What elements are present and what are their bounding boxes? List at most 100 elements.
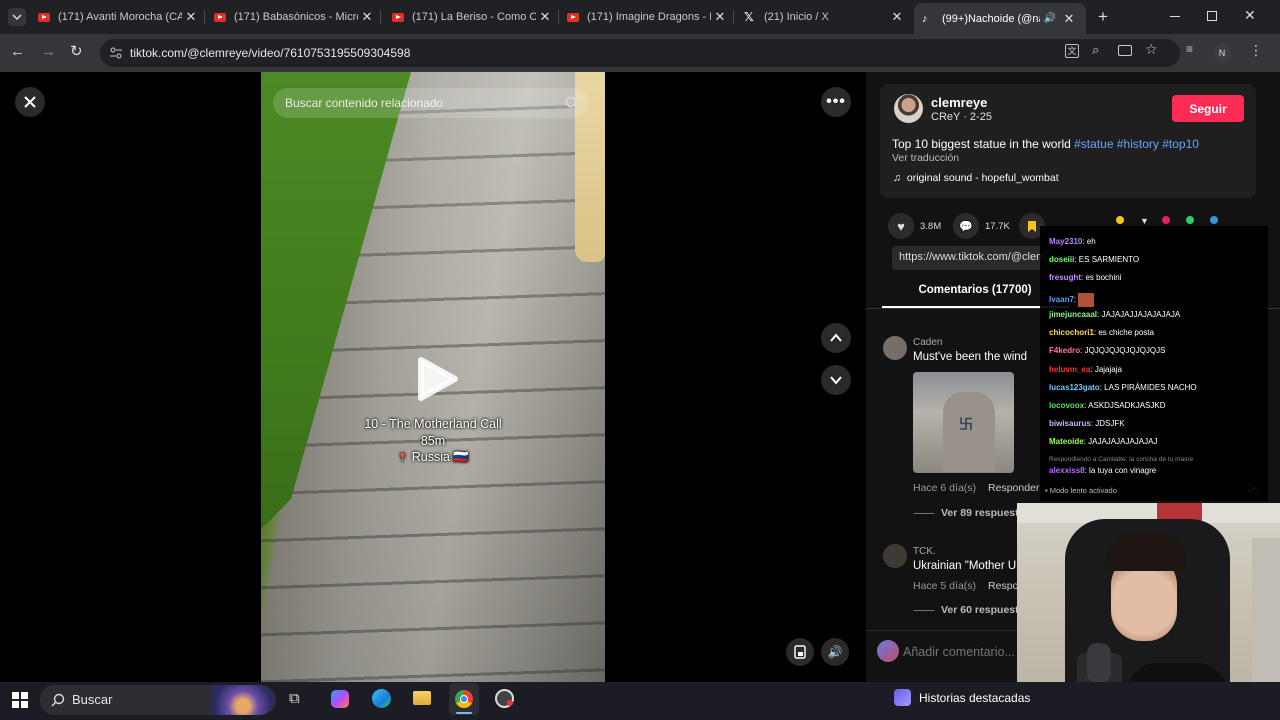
close-tab-icon[interactable]: ✕ — [536, 9, 554, 25]
sound-link[interactable]: ♫ original sound - hopeful_wombat — [893, 172, 1059, 184]
previous-video-button[interactable] — [821, 323, 851, 353]
close-window-button[interactable]: ✕ — [1244, 7, 1256, 24]
comment-stat[interactable]: 💬 17.7K — [953, 213, 1010, 239]
youtube-icon — [214, 12, 226, 22]
commenter-avatar[interactable] — [883, 336, 907, 360]
close-tab-icon[interactable]: ✕ — [182, 9, 200, 25]
browser-tab[interactable]: (171) La Beriso - Como Olv ✕ — [392, 4, 554, 30]
commenter-username[interactable]: Caden — [913, 337, 942, 348]
close-tab-icon[interactable]: ✕ — [711, 9, 729, 25]
zoom-icon[interactable]: ⌕ — [1092, 42, 1099, 58]
chat-username[interactable]: jimejuncaaal — [1049, 310, 1097, 319]
more-options-button[interactable]: ••• — [821, 87, 851, 117]
menu-kebab-icon[interactable]: ⋮ — [1249, 42, 1263, 59]
chat-username[interactable]: heluvm_ea — [1049, 365, 1090, 374]
comment-image[interactable]: 卐 — [913, 372, 1014, 473]
chat-username[interactable]: biwisaurus — [1049, 419, 1091, 428]
close-tab-icon[interactable]: ✕ — [888, 9, 906, 25]
play-icon[interactable] — [413, 356, 459, 402]
overlay-line-height: 85m — [420, 433, 446, 448]
address-bar[interactable]: tiktok.com/@clemreye/video/7610753195509… — [100, 39, 1180, 67]
audio-icon[interactable]: 🔊 — [1044, 13, 1056, 24]
tab-search-button[interactable] — [8, 8, 26, 26]
translate-icon[interactable]: 文 — [1065, 44, 1079, 58]
volume-button[interactable]: 🔊 — [821, 638, 849, 666]
chat-message: chicochori1: es chiche posta — [1049, 328, 1154, 337]
task-view-icon[interactable]: ⧉ — [289, 690, 300, 707]
taskbar-search[interactable]: Buscar — [40, 685, 276, 715]
tab-title: (21) Inicio / X — [764, 11, 829, 23]
search-icon[interactable] — [565, 96, 579, 110]
chat-username[interactable]: May2310 — [1049, 237, 1082, 246]
picture-in-picture-icon — [794, 645, 806, 659]
like-stat[interactable]: ♥ 3.8M — [888, 213, 941, 239]
slow-mode-notice: ▪ Modo lento activado — [1045, 486, 1117, 495]
edge-icon[interactable] — [372, 689, 391, 708]
media-controls-icon[interactable]: ≡ — [1186, 42, 1193, 56]
widgets-button[interactable]: Historias destacadas — [894, 689, 1030, 706]
windows-start-icon[interactable] — [12, 692, 28, 708]
reload-button[interactable]: ↻ — [70, 42, 83, 60]
browser-tab-active[interactable]: ♪ (99+)Nachoide (@nac 🔊 ✕ — [914, 3, 1086, 34]
browser-tab[interactable]: 𝕏 (21) Inicio / X ✕ — [744, 4, 906, 30]
commenter-username[interactable]: TCK. — [913, 546, 936, 557]
related-search-input[interactable]: Buscar contenido relacionado — [273, 88, 589, 118]
new-tab-button[interactable]: + — [1094, 8, 1112, 26]
hashtag-link[interactable]: #history — [1117, 137, 1159, 151]
tab-title: (171) Imagine Dragons - R — [587, 11, 711, 23]
browser-tab[interactable]: (171) Avanti Morocha (CAB ✕ — [38, 4, 200, 30]
video-link-field[interactable]: https://www.tiktok.com/@clem — [892, 246, 1052, 270]
commenter-avatar[interactable] — [883, 544, 907, 568]
follow-button[interactable]: Seguir — [1172, 95, 1244, 122]
copilot-icon[interactable] — [331, 690, 349, 708]
author-username[interactable]: clemreye — [931, 95, 987, 110]
chat-username[interactable]: doseiii — [1049, 255, 1074, 264]
video-link-text: https://www.tiktok.com/@clem — [899, 251, 1046, 263]
chat-username[interactable]: F4kedro — [1049, 346, 1080, 355]
chevron-down-icon — [12, 14, 22, 21]
video-frame-grass — [261, 72, 411, 530]
minimize-button[interactable] — [1170, 16, 1180, 17]
view-replies-link[interactable]: Ver 89 respuestas — [914, 507, 1030, 519]
chat-message: jimejuncaaal: JAJAJAJJAJAJAJAJA — [1049, 310, 1181, 319]
reply-link[interactable]: Responder — [988, 482, 1039, 494]
tab-title: (171) Babasónicos - Micro — [234, 11, 358, 23]
floating-player-button[interactable] — [786, 638, 814, 666]
browser-tab[interactable]: (171) Babasónicos - Micro ✕ — [214, 4, 376, 30]
restore-button[interactable] — [1207, 11, 1217, 21]
file-explorer-icon[interactable] — [413, 691, 431, 705]
close-tab-icon[interactable]: ✕ — [1060, 11, 1078, 27]
chat-text: eh — [1086, 237, 1096, 246]
tab-title: (171) La Beriso - Como Olv — [412, 11, 536, 23]
author-avatar[interactable] — [894, 94, 923, 123]
profile-avatar[interactable]: N — [1213, 44, 1231, 62]
hashtag-link[interactable]: #statue — [1074, 137, 1113, 151]
chat-text: es bochini — [1085, 273, 1122, 282]
close-video-button[interactable] — [15, 87, 45, 117]
comment-text: Ukrainian "Mother U — [913, 560, 1017, 572]
browser-tab[interactable]: (171) Imagine Dragons - R ✕ — [567, 4, 729, 30]
close-tab-icon[interactable]: ✕ — [358, 9, 376, 25]
chat-text: JDSJFK — [1095, 419, 1125, 428]
chat-username[interactable]: Ivaan7 — [1049, 295, 1074, 304]
forward-button[interactable]: → — [41, 43, 56, 60]
next-video-button[interactable] — [821, 365, 851, 395]
chat-username[interactable]: lucas123gato — [1049, 383, 1100, 392]
site-info-icon[interactable] — [109, 46, 123, 60]
music-note-icon: ♫ — [893, 172, 901, 184]
back-button[interactable]: ← — [10, 43, 25, 60]
user-avatar — [877, 640, 899, 662]
obs-icon[interactable] — [495, 689, 514, 708]
chat-username[interactable]: fresught — [1049, 273, 1081, 282]
chrome-icon[interactable] — [449, 683, 479, 715]
chat-username[interactable]: Mateoide — [1049, 437, 1084, 446]
hashtag-link[interactable]: #top10 — [1162, 137, 1199, 151]
chat-username[interactable]: chicochori1 — [1049, 328, 1094, 337]
tab-title: (171) Avanti Morocha (CAB — [58, 11, 182, 23]
install-app-icon[interactable] — [1118, 45, 1132, 56]
view-replies-link[interactable]: Ver 60 respuestas — [914, 604, 1030, 616]
chat-username[interactable]: locovoox — [1049, 401, 1084, 410]
chat-username[interactable]: alexxiss8 — [1049, 466, 1085, 475]
see-translation-link[interactable]: Ver traducción — [892, 152, 959, 164]
bookmark-star-icon[interactable]: ☆ — [1145, 41, 1158, 58]
